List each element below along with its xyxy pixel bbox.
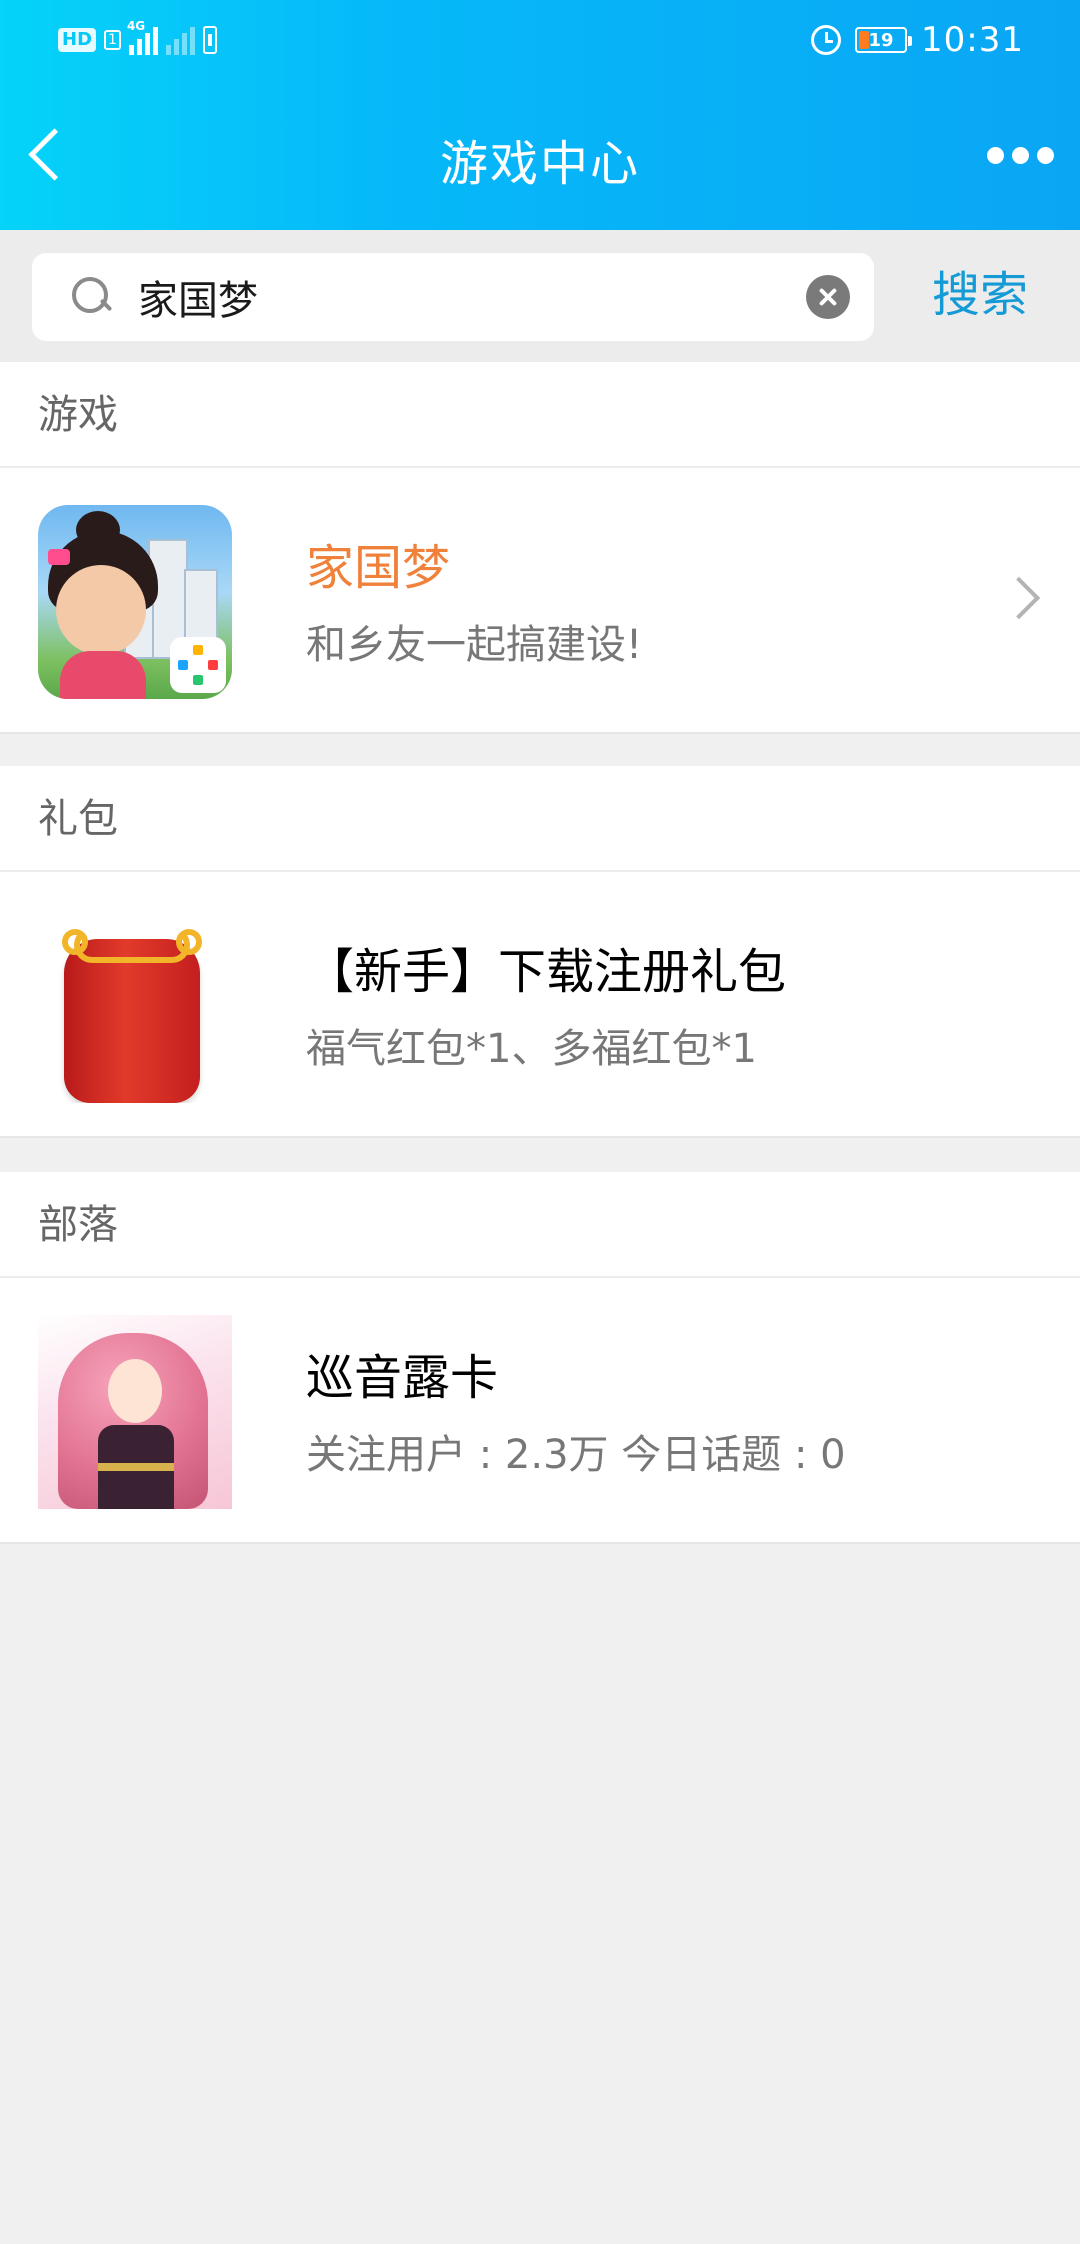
game-result-row[interactable]: 家国梦 和乡友一起搞建设! <box>0 468 1080 734</box>
gifts-section: 礼包 【新手】下载注册礼包 福气红包*1、多福红包*1 <box>0 766 1080 1138</box>
game-subtitle: 和乡友一起搞建设! <box>306 622 643 668</box>
search-icon <box>72 277 112 317</box>
chevron-right-icon <box>997 576 1041 620</box>
search-bar: 搜索 <box>0 230 1080 362</box>
sim-number: 1 <box>104 30 121 50</box>
gift-subtitle: 福气红包*1、多福红包*1 <box>306 1026 757 1072</box>
app-logo-badge <box>170 637 226 693</box>
more-button[interactable] <box>980 130 1060 180</box>
red-gift-bag-icon <box>38 909 232 1103</box>
sim-card-icon <box>202 26 217 54</box>
status-bar-left: HD 1 4G <box>58 19 217 58</box>
app-header: HD 1 4G 19 10:31 游戏中心 <box>0 0 1080 230</box>
signal-icon: 4G <box>127 19 158 55</box>
game-title: 家国梦 <box>306 540 451 596</box>
search-button[interactable]: 搜索 <box>900 260 1060 330</box>
search-box[interactable] <box>32 253 874 341</box>
alarm-icon <box>811 25 842 55</box>
network-type-label: 4G <box>126 19 146 33</box>
battery-level: 19 <box>868 29 894 51</box>
game-icon-image <box>38 505 232 699</box>
search-input[interactable] <box>138 267 778 327</box>
section-heading-games: 游戏 <box>0 362 1080 468</box>
clear-search-button[interactable] <box>806 275 850 319</box>
status-time: 10:31 <box>921 20 1024 60</box>
status-bar: HD 1 4G 19 10:31 <box>0 0 1080 80</box>
page-title: 游戏中心 <box>439 136 640 192</box>
hd-badge: HD <box>58 28 97 52</box>
tribe-avatar <box>38 1315 232 1509</box>
more-dots-icon <box>986 146 1004 164</box>
battery-icon: 19 <box>855 27 913 53</box>
gift-title: 【新手】下载注册礼包 <box>306 944 787 1000</box>
status-bar-right: 19 10:31 <box>811 20 1024 60</box>
title-bar: 游戏中心 <box>0 80 1080 230</box>
tribe-result-row[interactable]: 巡音露卡 关注用户 : 2.3万 今日话题 : 0 <box>0 1278 1080 1544</box>
section-heading-gifts: 礼包 <box>0 766 1080 872</box>
section-heading-tribes: 部落 <box>0 1172 1080 1278</box>
tribe-stats: 关注用户 : 2.3万 今日话题 : 0 <box>306 1432 846 1478</box>
tribe-title: 巡音露卡 <box>306 1350 499 1406</box>
games-section: 游戏 家国梦 和乡友一起搞建设! <box>0 362 1080 734</box>
gift-result-row[interactable]: 【新手】下载注册礼包 福气红包*1、多福红包*1 <box>0 872 1080 1138</box>
tribes-section: 部落 巡音露卡 关注用户 : 2.3万 今日话题 : 0 <box>0 1172 1080 1544</box>
signal-secondary-icon <box>165 25 195 55</box>
